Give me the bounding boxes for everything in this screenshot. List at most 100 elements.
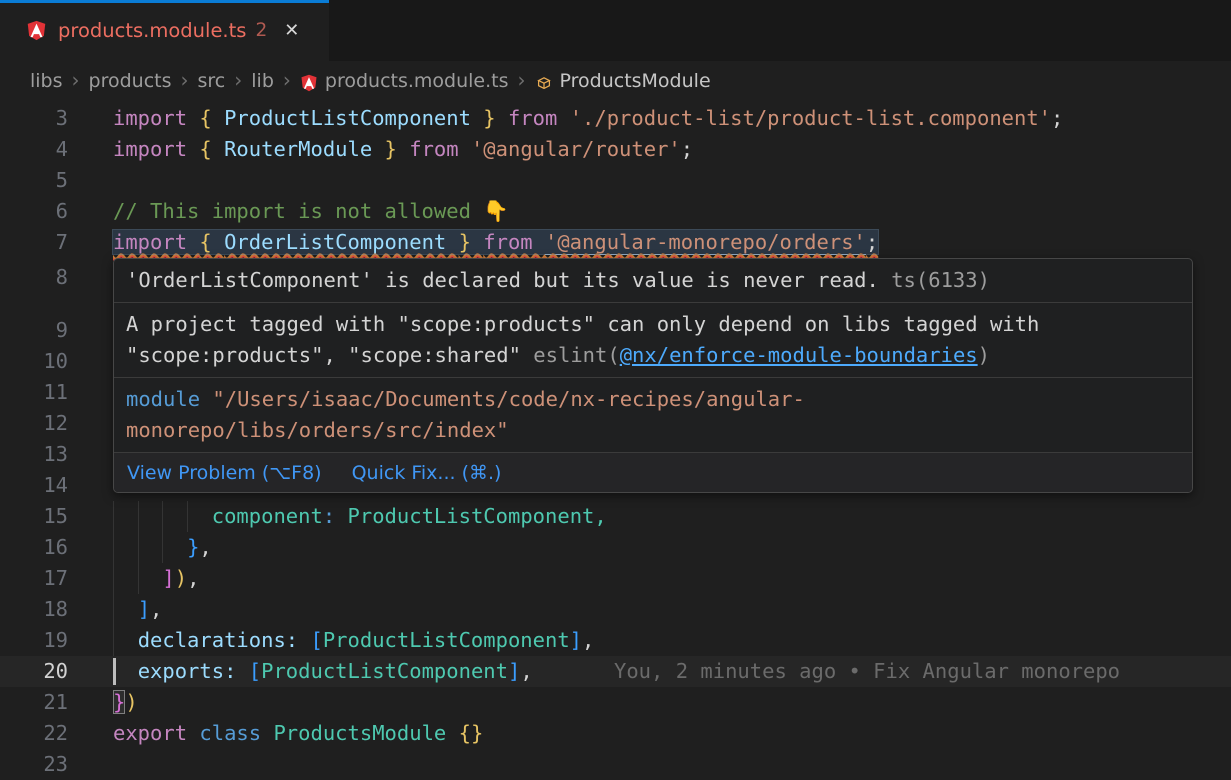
line-number: 16 xyxy=(0,532,68,563)
rule-link[interactable]: @nx/enforce-module-boundaries xyxy=(620,343,978,367)
code-line-text: ], xyxy=(113,594,162,625)
code-token: {} xyxy=(459,721,484,745)
code-token: } xyxy=(459,230,484,254)
line-number: 21 xyxy=(0,687,68,718)
code-token: '@angular/router' xyxy=(471,137,681,161)
quick-fix-link[interactable]: Quick Fix... (⌘.) xyxy=(352,462,502,484)
code-token: : xyxy=(224,659,249,683)
code-editor[interactable]: 3import { ProductListComponent } from '.… xyxy=(0,100,1231,780)
code-token: exports xyxy=(138,659,224,683)
line-number: 9 xyxy=(0,315,68,346)
view-problem-link[interactable]: View Problem (⌥F8) xyxy=(127,462,322,484)
line-number: 23 xyxy=(0,749,68,780)
tab-products-module[interactable]: products.module.ts 2 ✕ xyxy=(0,0,329,61)
code-line-text: component: ProductListComponent, xyxy=(113,501,607,532)
code-token xyxy=(113,504,212,528)
breadcrumb-label: ProductsModule xyxy=(560,70,711,92)
code-line-18: 18 ], xyxy=(0,594,1231,625)
breadcrumb-item-products[interactable]: products xyxy=(89,70,172,92)
code-token: monorepo/libs/orders/src/index" xyxy=(126,418,509,442)
code-token: 'OrderListComponent' is declared but its… xyxy=(126,268,879,292)
hover-messages: 'OrderListComponent' is declared but its… xyxy=(114,259,1192,453)
code-line-text: declarations: [ProductListComponent], xyxy=(113,625,594,656)
chevron-right-icon: › xyxy=(72,68,80,92)
tab-problems-badge: 2 xyxy=(255,20,267,41)
tab-bar: products.module.ts 2 ✕ xyxy=(0,0,1231,61)
code-token: ; xyxy=(866,230,878,254)
line-number: 20 xyxy=(0,656,68,687)
breadcrumb-item-products-module-ts[interactable]: products.module.ts xyxy=(300,70,509,92)
code-token: './product-list/product-list.component' xyxy=(570,106,1051,130)
code-token: export xyxy=(113,721,199,745)
hover-message-line: module "/Users/isaac/Documents/code/nx-r… xyxy=(126,384,1180,415)
code-token: : xyxy=(286,628,311,652)
code-token: { xyxy=(199,230,224,254)
code-token: [ xyxy=(310,628,322,652)
code-token: declarations xyxy=(138,628,286,652)
hover-message-2: A project tagged with "scope:products" c… xyxy=(114,303,1192,378)
code-token: eslint( xyxy=(533,343,619,367)
breadcrumb-item-src[interactable]: src xyxy=(198,70,226,92)
code-token xyxy=(113,535,187,559)
code-token: , xyxy=(199,535,211,559)
error-squiggle-inner: import { OrderListComponent } from '@ang… xyxy=(113,230,878,255)
code-line-text: exports: [ProductListComponent], xyxy=(113,656,533,687)
tab-title: products.module.ts xyxy=(58,19,246,42)
hover-message-line: A project tagged with "scope:products" c… xyxy=(126,309,1180,340)
breadcrumb-item-lib[interactable]: lib xyxy=(251,70,274,92)
active-tab-accent xyxy=(0,0,329,3)
code-token: ProductsModule xyxy=(273,721,458,745)
code-token: // This import is not allowed 👇 xyxy=(113,199,509,223)
code-line-7: 7 import { OrderListComponent } from '@an… xyxy=(0,227,1231,258)
breadcrumb-item-libs[interactable]: libs xyxy=(30,70,63,92)
code-line-5: 5 xyxy=(0,165,1231,196)
close-icon[interactable]: ✕ xyxy=(284,20,299,41)
code-token: ] xyxy=(138,597,150,621)
code-token: from xyxy=(409,137,471,161)
class-symbol-icon xyxy=(535,74,553,92)
text-cursor xyxy=(113,658,116,685)
hover-message-1: 'OrderListComponent' is declared but its… xyxy=(114,259,1192,303)
code-token: "scope:products", "scope:shared" xyxy=(126,343,533,367)
code-token: [ xyxy=(249,659,261,683)
code-token: , xyxy=(582,628,594,652)
breadcrumb-label: products xyxy=(89,70,172,92)
line-number: 15 xyxy=(0,501,68,532)
code-token: { xyxy=(199,106,224,130)
breadcrumb-label: products.module.ts xyxy=(325,70,509,92)
line-number: 19 xyxy=(0,625,68,656)
hover-message-line: "scope:products", "scope:shared" eslint(… xyxy=(126,340,1180,371)
line-number: 13 xyxy=(0,439,68,470)
code-token xyxy=(335,504,347,528)
code-token: } xyxy=(483,106,508,130)
line-number: 22 xyxy=(0,718,68,749)
line-number: 17 xyxy=(0,563,68,594)
code-line-4: 4import { RouterModule } from '@angular/… xyxy=(0,134,1231,165)
code-token: ProductListComponent xyxy=(323,628,570,652)
code-token: component xyxy=(212,504,323,528)
line-number: 7 xyxy=(0,227,68,258)
code-token: ts(6133) xyxy=(879,268,990,292)
code-line-text: export class ProductsModule {} xyxy=(113,718,483,749)
code-token: , xyxy=(187,566,199,590)
code-token: "/Users/isaac/Documents/code/nx-recipes/… xyxy=(212,387,804,411)
breadcrumb: libs›products›src›lib›products.module.ts… xyxy=(0,61,1231,100)
code-token: { xyxy=(199,137,224,161)
code-token: , xyxy=(150,597,162,621)
code-token: ; xyxy=(1051,106,1063,130)
code-line-20: 20 exports: [ProductListComponent],You, … xyxy=(0,656,1231,687)
code-line-21: 21}) xyxy=(0,687,1231,718)
code-token: ] xyxy=(570,628,582,652)
breadcrumb-item-productsmodule[interactable]: ProductsModule xyxy=(535,70,711,92)
code-token xyxy=(113,566,162,590)
code-token: import xyxy=(113,137,199,161)
code-token: ProductListComponent xyxy=(224,106,483,130)
breadcrumb-label: libs xyxy=(30,70,63,92)
code-line-23: 23 xyxy=(0,749,1231,780)
line-number: 8 xyxy=(0,262,68,293)
code-token xyxy=(113,659,138,683)
code-line-17: 17 ]), xyxy=(0,563,1231,594)
code-line-text: // This import is not allowed 👇 xyxy=(113,196,509,227)
code-line-16: 16 }, xyxy=(0,532,1231,563)
line-number: 14 xyxy=(0,470,68,501)
